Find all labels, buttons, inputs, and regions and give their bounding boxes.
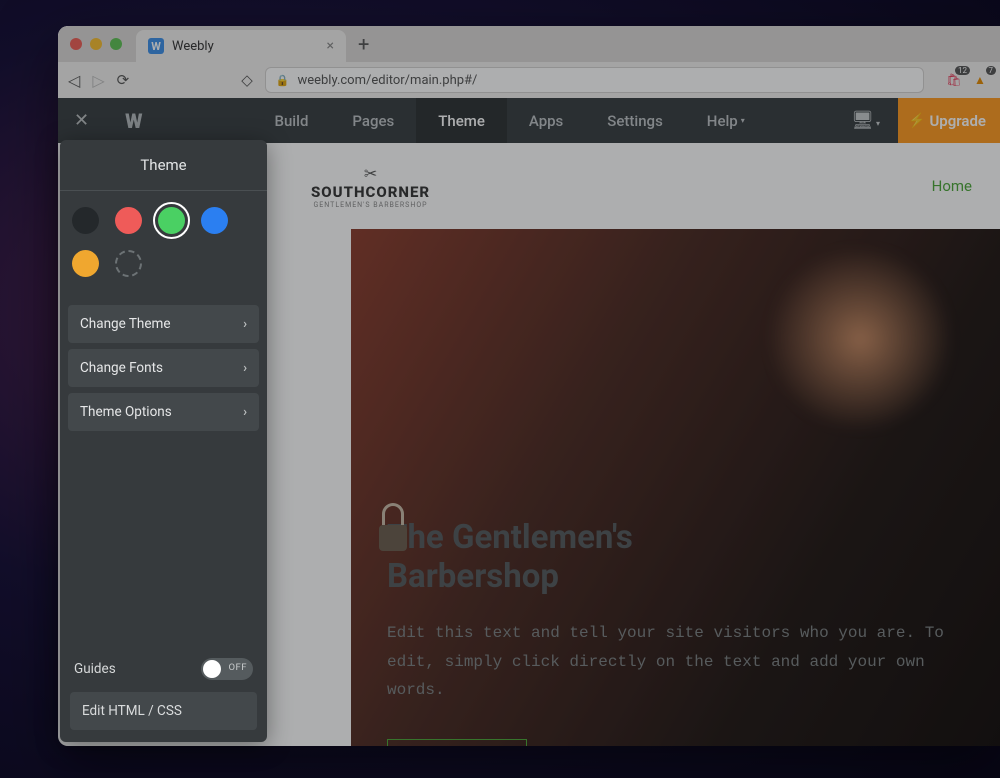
new-tab-button[interactable]: + (358, 32, 369, 62)
bolt-icon: ⚡ (908, 113, 925, 129)
swatch-green[interactable] (158, 207, 185, 234)
nav-pages[interactable]: Pages (330, 98, 416, 143)
site-logo[interactable]: ✂ SOUTHCORNER GENTLEMEN'S BARBERSHOP (311, 164, 430, 209)
swatch-red[interactable] (115, 207, 142, 234)
theme-options-item[interactable]: Theme Options › (68, 393, 259, 431)
nav-apps[interactable]: Apps (507, 98, 585, 143)
url-text: weebly.com/editor/main.php#/ (297, 73, 477, 88)
alert-badge-count: 7 (986, 66, 997, 75)
nav-settings-label: Settings (607, 112, 663, 130)
nav-help[interactable]: Help▾ (685, 98, 767, 143)
page-preview: ✂ SOUTHCORNER GENTLEMEN'S BARBERSHOP Hom… (283, 143, 1000, 746)
alert-extension-icon[interactable]: ▲7 (970, 70, 990, 90)
swatch-blue[interactable] (201, 207, 228, 234)
padlock-icon (373, 501, 413, 551)
panel-title: Theme (60, 140, 267, 190)
upgrade-label: Upgrade (929, 112, 986, 130)
url-bar[interactable]: 🔒 weebly.com/editor/main.php#/ (265, 67, 924, 93)
chevron-right-icon: › (243, 405, 247, 420)
editor-toolbar: ✕ W Build Pages Theme Apps Settings Help… (58, 98, 1000, 143)
scissors-icon: ✂ (364, 164, 377, 183)
swatch-custom[interactable] (115, 250, 142, 277)
close-window-button[interactable] (70, 38, 82, 50)
panel-list: Change Theme › Change Fonts › Theme Opti… (68, 305, 259, 431)
editor-nav: Build Pages Theme Apps Settings Help▾ (252, 98, 766, 143)
chevron-right-icon: › (243, 361, 247, 376)
cart-badge-count: 12 (955, 66, 970, 75)
cart-extension-icon[interactable]: 🛍12 (944, 70, 964, 90)
guides-state-label: OFF (228, 662, 247, 673)
see-our-shop-button[interactable]: See Our Shop (387, 739, 527, 746)
favicon-icon: W (148, 38, 164, 54)
guides-label: Guides (74, 661, 116, 677)
brand-tagline: GENTLEMEN'S BARBERSHOP (314, 201, 428, 209)
hero-title-line2: Barbershop (387, 557, 559, 596)
nav-settings[interactable]: Settings (585, 98, 685, 143)
color-swatches (60, 191, 267, 283)
close-icon[interactable]: ✕ (74, 110, 89, 131)
theme-options-label: Theme Options (80, 404, 172, 420)
extension-badges: 🛍12 ▲7 (944, 70, 990, 90)
browser-toolbar: ◁ ▷ ⟳ ◇ 🔒 weebly.com/editor/main.php#/ 🛍… (58, 62, 1000, 98)
bookmark-icon[interactable]: ◇ (241, 71, 253, 89)
hero-title[interactable]: The Gentlemen's Barbershop (387, 519, 964, 597)
device-preview-button[interactable]: 🖥▾ (851, 110, 880, 131)
nav-pages-label: Pages (352, 112, 394, 130)
brand-name: SOUTHCORNER (311, 183, 430, 201)
nav-build-label: Build (274, 112, 308, 130)
theme-panel: Theme Change Theme › Change Fonts › Them… (60, 140, 267, 742)
forward-button[interactable]: ▷ (92, 71, 104, 90)
reload-button[interactable]: ⟳ (117, 71, 130, 89)
browser-tab[interactable]: W Weebly × (136, 30, 346, 62)
site-header: ✂ SOUTHCORNER GENTLEMEN'S BARBERSHOP Hom… (283, 143, 1000, 229)
nav-apps-label: Apps (529, 112, 563, 130)
nav-theme-label: Theme (438, 112, 485, 130)
upgrade-button[interactable]: ⚡Upgrade (898, 98, 1000, 143)
nav-build[interactable]: Build (252, 98, 330, 143)
nav-help-label: Help (707, 112, 738, 130)
zoom-window-button[interactable] (110, 38, 122, 50)
nav-home-label: Home (932, 177, 972, 195)
change-theme-item[interactable]: Change Theme › (68, 305, 259, 343)
nav-theme[interactable]: Theme (416, 98, 507, 143)
swatch-black[interactable] (72, 207, 99, 234)
change-theme-label: Change Theme (80, 316, 171, 332)
minimize-window-button[interactable] (90, 38, 102, 50)
close-tab-button[interactable]: × (327, 38, 334, 54)
change-fonts-label: Change Fonts (80, 360, 163, 376)
weebly-logo-icon[interactable]: W (125, 109, 142, 133)
guides-toggle[interactable]: OFF (201, 658, 253, 680)
hero-section: The Gentlemen's Barbershop Edit this tex… (351, 229, 1000, 746)
hero-title-line1: The Gentlemen's (387, 518, 633, 557)
lock-icon: 🔒 (276, 74, 290, 87)
back-button[interactable]: ◁ (68, 71, 80, 90)
chevron-right-icon: › (243, 317, 247, 332)
tab-strip: W Weebly × + (58, 26, 1000, 62)
nav-home-link[interactable]: Home (932, 177, 972, 195)
tab-title: Weebly (172, 39, 214, 54)
window-controls (70, 38, 122, 50)
guides-row: Guides OFF (70, 658, 257, 692)
hero-body-text[interactable]: Edit this text and tell your site visito… (387, 619, 964, 705)
edit-html-css-button[interactable]: Edit HTML / CSS (70, 692, 257, 730)
swatch-yellow[interactable] (72, 250, 99, 277)
edit-css-label: Edit HTML / CSS (82, 703, 182, 719)
change-fonts-item[interactable]: Change Fonts › (68, 349, 259, 387)
